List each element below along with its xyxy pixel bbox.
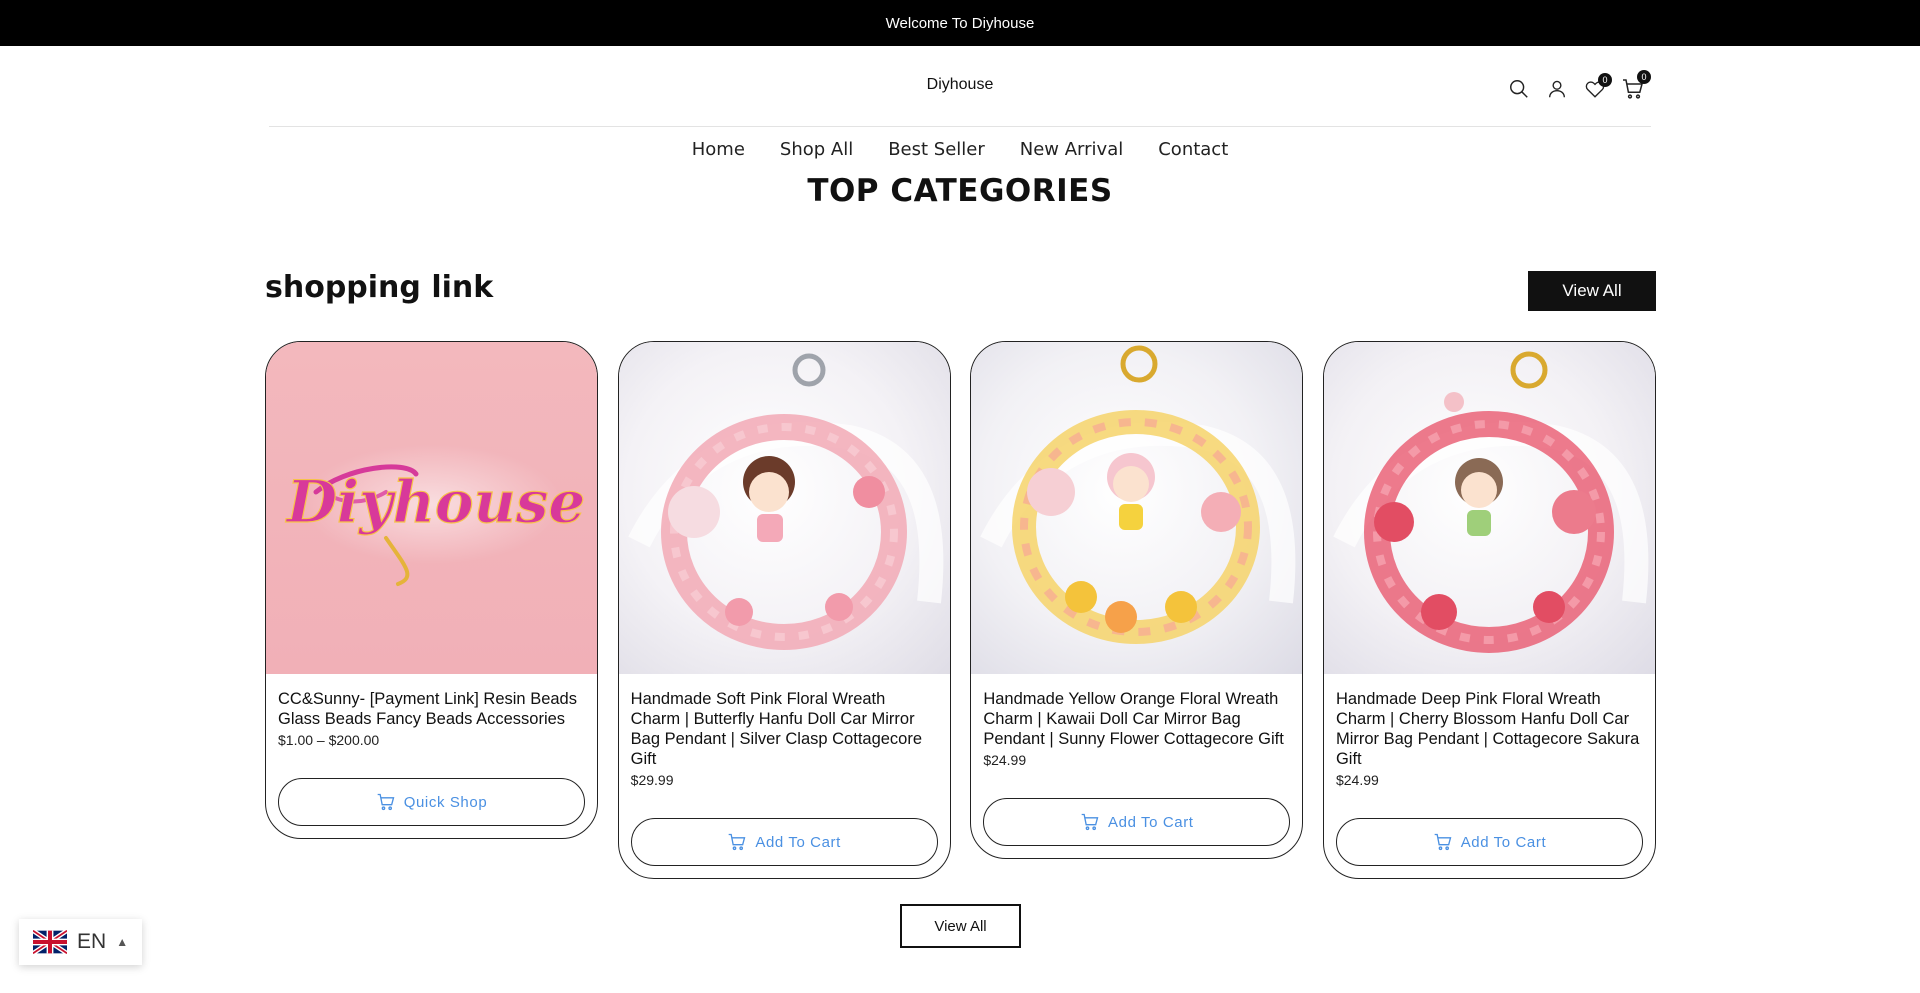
brand-logo-image: Diyhouse xyxy=(284,444,586,586)
product-info: CC&Sunny- [Payment Link] Resin Beads Gla… xyxy=(266,674,597,838)
product-title[interactable]: CC&Sunny- [Payment Link] Resin Beads Gla… xyxy=(278,689,585,729)
product-info: Handmade Yellow Orange Floral Wreath Cha… xyxy=(971,674,1302,858)
add-to-cart-label: Add To Cart xyxy=(1460,833,1547,851)
add-to-cart-button[interactable]: Add To Cart xyxy=(983,798,1291,846)
product-title[interactable]: Handmade Deep Pink Floral Wreath Charm |… xyxy=(1336,689,1643,769)
uk-flag-icon xyxy=(33,930,67,954)
product-price: $24.99 xyxy=(1335,772,1379,788)
site-header: Diyhouse 0 0 xyxy=(0,46,1920,126)
pink-wreath-charm-image xyxy=(627,353,943,650)
yellow-wreath-charm-image xyxy=(980,345,1296,644)
product-title[interactable]: Handmade Yellow Orange Floral Wreath Cha… xyxy=(983,689,1290,749)
view-all-button-bottom[interactable]: View All xyxy=(900,904,1021,948)
language-switcher[interactable]: EN ▲ xyxy=(19,919,142,965)
product-image[interactable] xyxy=(618,342,950,674)
announcement-text: Welcome To Diyhouse xyxy=(885,14,1035,32)
view-all-button-top[interactable]: View All xyxy=(1528,271,1656,311)
product-price: $24.99 xyxy=(983,752,1027,768)
product-card[interactable]: Handmade Yellow Orange Floral Wreath Cha… xyxy=(970,341,1304,859)
svg-text:Diyhouse: Diyhouse xyxy=(285,468,586,536)
quick-shop-label: Quick Shop xyxy=(403,793,488,811)
product-card[interactable]: Handmade Soft Pink Floral Wreath Charm |… xyxy=(617,341,951,879)
add-to-cart-label: Add To Cart xyxy=(1108,813,1194,831)
quick-shop-button[interactable]: Quick Shop xyxy=(278,778,585,826)
search-icon[interactable] xyxy=(1500,72,1538,106)
add-to-cart-button[interactable]: Add To Cart xyxy=(630,818,938,866)
nav-item-contact[interactable]: Contact xyxy=(1158,139,1228,160)
cart-icon xyxy=(1081,813,1099,831)
product-info: Handmade Soft Pink Floral Wreath Charm |… xyxy=(619,674,950,878)
cart-icon xyxy=(377,793,395,811)
wishlist-icon[interactable]: 0 xyxy=(1576,72,1614,106)
cart-icon[interactable]: 0 xyxy=(1614,70,1652,106)
section-title: shopping link xyxy=(265,270,494,305)
product-price: $1.00 – $200.00 xyxy=(278,732,380,748)
product-card[interactable]: Handmade Deep Pink Floral Wreath Charm |… xyxy=(1322,341,1656,879)
header-icons: 0 0 xyxy=(1500,70,1652,106)
add-to-cart-label: Add To Cart xyxy=(755,833,841,851)
main-nav: Home Shop All Best Seller New Arrival Co… xyxy=(0,139,1920,160)
account-icon[interactable] xyxy=(1538,72,1576,106)
cart-icon xyxy=(1434,833,1452,851)
nav-item-home[interactable]: Home xyxy=(692,139,745,160)
product-image[interactable]: Diyhouse xyxy=(266,342,597,674)
product-image[interactable] xyxy=(1323,342,1655,674)
product-card[interactable]: Diyhouse CC&Sunny- [Payment Link] Resin … xyxy=(265,341,598,839)
language-code: EN xyxy=(77,930,107,953)
add-to-cart-button[interactable]: Add To Cart xyxy=(1335,818,1643,866)
header-divider xyxy=(269,126,1651,127)
product-info: Handmade Deep Pink Floral Wreath Charm |… xyxy=(1324,674,1655,878)
product-title[interactable]: Handmade Soft Pink Floral Wreath Charm |… xyxy=(631,689,938,769)
chevron-up-icon: ▲ xyxy=(116,935,129,949)
nav-item-new-arrival[interactable]: New Arrival xyxy=(1020,139,1123,160)
product-image[interactable] xyxy=(971,342,1303,674)
nav-item-shop-all[interactable]: Shop All xyxy=(780,139,853,160)
announcement-bar: Welcome To Diyhouse xyxy=(0,0,1920,46)
top-categories-title: TOP CATEGORIES xyxy=(807,173,1113,209)
product-grid: Diyhouse CC&Sunny- [Payment Link] Resin … xyxy=(265,341,1656,879)
nav-item-best-seller[interactable]: Best Seller xyxy=(888,139,985,160)
wishlist-count-badge: 0 xyxy=(1598,73,1612,87)
product-price: $29.99 xyxy=(630,772,674,788)
deep-pink-wreath-charm-image xyxy=(1333,351,1649,653)
cart-icon xyxy=(729,833,746,851)
cart-count-badge: 0 xyxy=(1637,70,1651,84)
